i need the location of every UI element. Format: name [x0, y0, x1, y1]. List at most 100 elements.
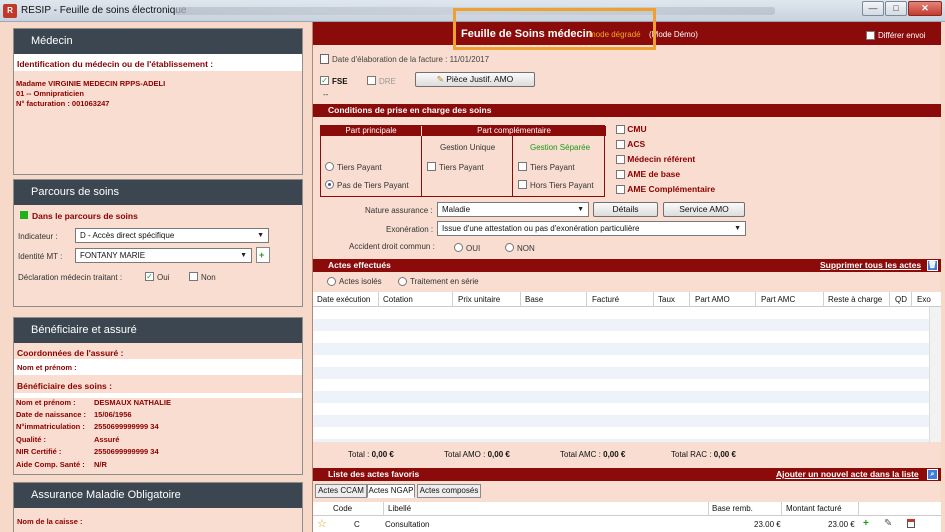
chevron-down-icon: ▼: [577, 206, 584, 213]
actes-header: Actes effectués Supprimer tous les actes…: [313, 259, 941, 272]
tab-actes-composes[interactable]: Actes composés: [417, 484, 481, 498]
minimize-button[interactable]: —: [862, 1, 884, 16]
col-taux: Taux: [658, 295, 675, 304]
calendar-icon: [320, 54, 329, 64]
hors-tiers-label: Hors Tiers Payant: [530, 181, 594, 190]
ajouter-acte-link[interactable]: Ajouter un nouvel acte dans la liste: [776, 468, 919, 481]
dre-checkbox[interactable]: [367, 76, 376, 85]
nature-assurance-select[interactable]: Maladie ▼: [437, 202, 589, 217]
cmu-check-row[interactable]: CMU: [616, 124, 647, 135]
tiers-payant-label: Tiers Payant: [337, 163, 382, 172]
differer-label: Différer envoi: [878, 31, 926, 40]
col-libelle: Libellé: [388, 504, 412, 513]
col-qd: QD: [895, 295, 907, 304]
add-mt-button[interactable]: +: [256, 247, 270, 263]
details-button[interactable]: Détails: [593, 202, 658, 217]
medecin-ident-title: Identification du médecin ou de l'établi…: [17, 59, 214, 69]
side-checks: CMU ACS Médecin référent AME de base AME…: [616, 124, 736, 199]
gestion-unique-label: Gestion Unique: [440, 143, 496, 152]
medecin-speciality: 01 -- Omnipraticien: [16, 89, 84, 98]
total: Total : 0,00 €: [348, 450, 394, 459]
hors-tiers-checkbox[interactable]: [518, 180, 527, 189]
parcours-panel: Parcours de soins Dans le parcours de so…: [13, 179, 303, 307]
search-icon[interactable]: ⌕: [927, 469, 938, 480]
medecin-panel: Médecin Identification du médecin ou de …: [13, 28, 303, 175]
dashes: --: [323, 90, 329, 99]
beneficiaire-soins-title: Bénéficiaire des soins :: [17, 381, 112, 391]
total-amo: Total AMO : 0,00 €: [444, 450, 510, 459]
medecin-referent-check-row[interactable]: Médecin référent: [616, 154, 695, 165]
conditions-header: Conditions de prise en charge des soins: [313, 104, 941, 117]
service-amo-button[interactable]: Service AMO: [663, 202, 745, 217]
assure-nom-label: Nom et prénom :: [17, 363, 77, 372]
table-row[interactable]: ☆ C Consultation 23.00 € 23.00 € + ✎: [313, 516, 941, 532]
trash-icon[interactable]: 🗑: [927, 260, 938, 271]
medecin-header: Médecin: [14, 29, 302, 54]
gestion-unique-tiers-label: Tiers Payant: [439, 163, 484, 172]
accident-non-radio[interactable]: [505, 243, 514, 252]
piece-justif-button[interactable]: ✎ Pièce Justif. AMO: [415, 72, 535, 87]
col-part-amc: Part AMC: [761, 295, 796, 304]
actes-grid-body[interactable]: [313, 307, 941, 442]
pas-tiers-payant-radio[interactable]: [325, 180, 334, 189]
tab-actes-ccam[interactable]: Actes CCAM: [315, 484, 367, 498]
col-exo: Exo: [917, 295, 931, 304]
mode-demo: (Mode Démo): [649, 30, 698, 39]
medecin-name: Madame VIRGINIE MEDECIN RPPS-ADELI: [16, 79, 166, 88]
chevron-down-icon: ▼: [257, 232, 264, 239]
actes-isoles-radio[interactable]: [327, 277, 336, 286]
date-elaboration: Date d'élaboration de la facture : 11/01…: [332, 55, 490, 64]
status-green-icon: [20, 211, 28, 219]
actes-totals: Total : 0,00 € Total AMO : 0,00 € Total …: [313, 442, 941, 464]
close-button[interactable]: ✕: [908, 1, 942, 16]
identite-mt-select[interactable]: FONTANY MARIE ▼: [75, 248, 252, 263]
part-principale-header: Part principale: [321, 126, 421, 136]
favoris-grid-header: Code Libellé Base remb. Montant facturé: [313, 502, 941, 517]
feuille-de-soins: Feuille de Soins médecin mode dégradé (M…: [312, 22, 941, 532]
col-base: Base: [525, 295, 544, 304]
gestion-separee-label: Gestion Séparée: [530, 143, 591, 152]
accident-oui-radio[interactable]: [454, 243, 463, 252]
indicateur-select[interactable]: D - Accès direct spécifique ▼: [75, 228, 269, 243]
amo-panel: Assurance Maladie Obligatoire Nom de la …: [13, 482, 303, 532]
declaration-oui-label: Oui: [157, 273, 170, 282]
exoneration-label: Exonération :: [386, 225, 434, 234]
beneficiaire-header: Bénéficiaire et assuré: [14, 318, 302, 343]
pas-tiers-payant-label: Pas de Tiers Payant: [337, 181, 409, 190]
amo-header: Assurance Maladie Obligatoire: [14, 483, 302, 508]
star-icon[interactable]: ☆: [317, 517, 327, 530]
differer-checkbox[interactable]: [866, 31, 875, 40]
tab-actes-ngap[interactable]: Actes NGAP: [367, 484, 415, 498]
gestion-unique-tiers-checkbox[interactable]: [427, 162, 436, 171]
ame-complementaire-check-row[interactable]: AME Complémentaire: [616, 184, 715, 195]
beneficiaire-panel: Bénéficiaire et assuré Coordonnées de l'…: [13, 317, 303, 475]
tiers-payant-radio[interactable]: [325, 162, 334, 171]
calendar-delete-icon[interactable]: [907, 519, 915, 528]
gestion-separee-tiers-checkbox[interactable]: [518, 162, 527, 171]
part-complementaire-header: Part complémentaire: [422, 126, 606, 136]
ame-base-check-row[interactable]: AME de base: [616, 169, 680, 180]
actes-scrollbar[interactable]: [929, 307, 941, 442]
accident-non-label: NON: [517, 244, 535, 253]
nature-assurance-label: Nature assurance :: [365, 206, 433, 215]
col-part-amo: Part AMO: [695, 295, 730, 304]
supprimer-actes-link[interactable]: Supprimer tous les actes: [820, 259, 921, 272]
add-icon[interactable]: +: [863, 518, 869, 529]
maximize-button[interactable]: □: [885, 1, 907, 16]
col-base-remb: Base remb.: [712, 504, 753, 513]
left-column: Médecin Identification du médecin ou de …: [0, 22, 310, 532]
traitement-serie-radio[interactable]: [398, 277, 407, 286]
acs-check-row[interactable]: ACS: [616, 139, 645, 150]
parts-box: Part principale Part complémentaire Gest…: [320, 125, 606, 197]
exoneration-select[interactable]: Issue d'une attestation ou pas d'exonéra…: [437, 221, 746, 236]
dre-label: DRE: [379, 77, 396, 86]
declaration-oui-checkbox[interactable]: ✓: [145, 272, 154, 281]
edit-icon[interactable]: ✎: [884, 518, 892, 529]
declaration-non-checkbox[interactable]: [189, 272, 198, 281]
caisse-label: Nom de la caisse :: [17, 517, 83, 526]
declaration-label: Déclaration médecin traitant :: [18, 273, 123, 282]
fse-label: FSE: [332, 77, 348, 86]
fse-checkbox[interactable]: ✓: [320, 76, 329, 85]
col-facture: Facturé: [592, 295, 620, 304]
total-amc: Total AMC : 0,00 €: [560, 450, 626, 459]
